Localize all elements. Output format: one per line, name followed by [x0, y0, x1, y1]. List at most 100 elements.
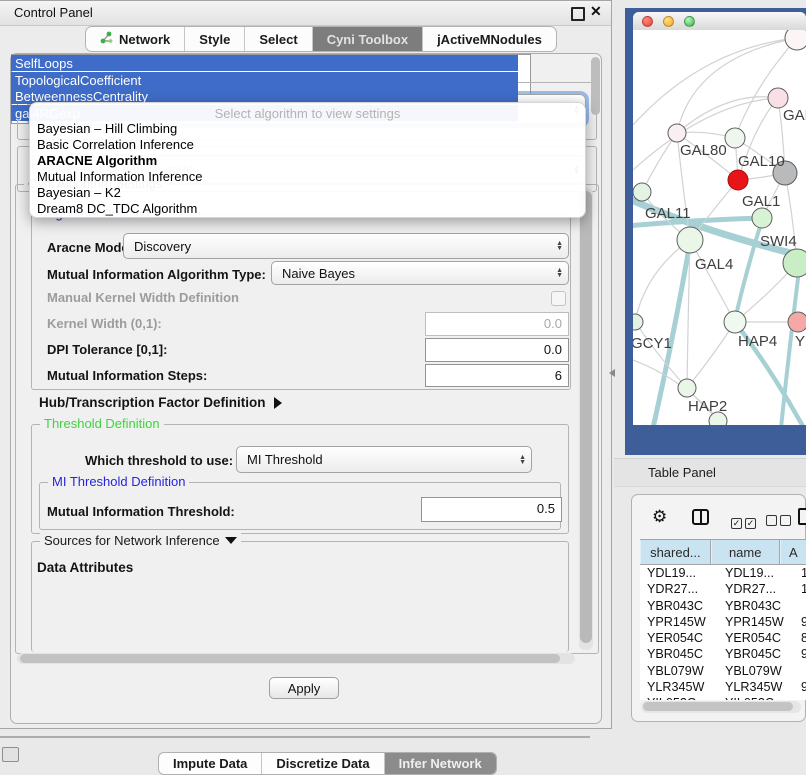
popup-item[interactable]: Dream8 DC_TDC Algorithm: [37, 201, 197, 217]
node-salmon[interactable]: [788, 312, 806, 332]
dpi-tolerance-field[interactable]: 0.0: [425, 338, 569, 362]
node-green-large[interactable]: [783, 249, 806, 277]
kernel-width-field[interactable]: 0.0: [425, 312, 569, 336]
gear-icon[interactable]: ⚙: [652, 507, 667, 527]
table-panel-bar: Table Panel: [614, 458, 806, 487]
aracne-mode-combo[interactable]: Discovery ▲▼: [123, 233, 569, 259]
tab-label: Network: [119, 32, 170, 47]
node-gal4[interactable]: [677, 227, 703, 253]
tab-select[interactable]: Select: [244, 27, 311, 51]
settings-hscrollbar-thumb[interactable]: [20, 654, 560, 663]
tab-cyni-toolbox[interactable]: Cyni Toolbox: [312, 27, 422, 51]
node-hap4[interactable]: [724, 311, 746, 333]
network-window: GAL GAL80 GAL10 GAL1 GAL11 SWI4 GAL4 GCY…: [633, 12, 806, 425]
node[interactable]: [785, 30, 806, 50]
table-body[interactable]: YDL19...YDL19...13 YDR27...YDR27...12 YB…: [640, 565, 806, 700]
which-threshold-combo[interactable]: MI Threshold ▲▼: [236, 446, 532, 473]
splitpane-collapse-arrow-icon[interactable]: [609, 369, 615, 377]
table-hscrollbar-thumb[interactable]: [643, 702, 793, 711]
aracne-mode-label: Aracne Mode:: [47, 240, 133, 255]
sources-group: Sources for Network Inference: [31, 541, 569, 652]
deselect-all-checkboxes-icon[interactable]: [766, 513, 794, 531]
cell: YBR043C: [718, 598, 794, 614]
dpi-tolerance-label: DPI Tolerance [0,1]:: [47, 342, 167, 357]
table-row[interactable]: YPR145WYPR145W9.: [640, 614, 806, 630]
cell: YPR145W: [640, 614, 718, 630]
node-label: GAL1: [742, 193, 780, 210]
zoom-traffic-light-icon[interactable]: [684, 16, 695, 27]
table-row[interactable]: YLR345WYLR345W9.: [640, 679, 806, 695]
cyni-toolbox-panel: Inference Algorithm ▲▼ gal-filtered.sif …: [10, 53, 602, 724]
cell: YBR045C: [718, 646, 794, 662]
table-row[interactable]: YIL052CYIL052C: [640, 695, 806, 700]
cell: YIL052C: [718, 695, 794, 700]
cell: 9.: [794, 614, 806, 630]
float-window-icon[interactable]: [571, 7, 585, 21]
tab-label: Discretize Data: [276, 756, 369, 771]
table-row[interactable]: YBR045CYBR045C9.: [640, 646, 806, 662]
table-row[interactable]: YDL19...YDL19...13: [640, 565, 806, 581]
column-header-name[interactable]: name: [711, 540, 780, 564]
manual-kernel-checkbox[interactable]: [551, 291, 566, 306]
node-gal11[interactable]: [633, 183, 651, 201]
cell: 9.: [794, 646, 806, 662]
popup-item[interactable]: Mutual Information Inference: [37, 169, 202, 185]
cell: YIL052C: [640, 695, 718, 700]
columns-icon[interactable]: [692, 509, 709, 525]
node-label: GCY1: [633, 335, 672, 352]
close-icon[interactable]: ✕: [590, 3, 602, 20]
node-gal2[interactable]: [768, 88, 788, 108]
network-canvas[interactable]: GAL GAL80 GAL10 GAL1 GAL11 SWI4 GAL4 GCY…: [633, 30, 806, 425]
tab-label: Infer Network: [399, 756, 482, 771]
new-table-icon[interactable]: [798, 508, 806, 525]
node-label: HAP2: [688, 398, 727, 415]
node-gcy1[interactable]: [633, 314, 643, 330]
column-header-shared[interactable]: shared...: [640, 540, 711, 564]
tab-infer-network[interactable]: Infer Network: [384, 753, 496, 774]
network-window-titlebar[interactable]: [633, 12, 806, 31]
list-item[interactable]: SelfLoops: [11, 55, 518, 71]
node-hap2[interactable]: [678, 379, 696, 397]
select-all-checkboxes-icon[interactable]: ✓✓: [731, 513, 759, 531]
cell: YLR345W: [640, 679, 718, 695]
tab-jactivemnodules[interactable]: jActiveMNodules: [422, 27, 556, 51]
sources-legend[interactable]: Sources for Network Inference: [40, 533, 241, 548]
tab-discretize-data[interactable]: Discretize Data: [261, 753, 383, 774]
node-swi4[interactable]: [752, 208, 772, 228]
popup-item[interactable]: Bayesian – K2: [37, 185, 121, 201]
mi-threshold-field[interactable]: 0.5: [421, 497, 562, 522]
node-label: GAL80: [680, 142, 727, 159]
table-row[interactable]: YBL079WYBL079W: [640, 663, 806, 679]
table-row[interactable]: YDR27...YDR27...12: [640, 581, 806, 597]
cell: 9.: [794, 679, 806, 695]
table-row[interactable]: YER054CYER054C8.: [640, 630, 806, 646]
cell: [794, 598, 806, 614]
tab-style[interactable]: Style: [184, 27, 244, 51]
manual-kernel-label: Manual Kernel Width Definition: [47, 290, 239, 305]
popup-item[interactable]: Bayesian – Hill Climbing: [37, 121, 177, 137]
mi-threshold-label: Mutual Information Threshold:: [47, 504, 235, 519]
node-gal10[interactable]: [725, 128, 745, 148]
settings-vscrollbar-thumb[interactable]: [580, 191, 592, 643]
node-label: HAP4: [738, 333, 777, 350]
tab-impute-data[interactable]: Impute Data: [159, 753, 261, 774]
cell: [794, 695, 806, 700]
popup-item[interactable]: Basic Correlation Inference: [37, 137, 194, 153]
list-item[interactable]: TopologicalCoefficient: [11, 72, 518, 88]
table-row[interactable]: YBR043CYBR043C: [640, 598, 806, 614]
minimize-traffic-light-icon[interactable]: [663, 16, 674, 27]
hub-definition-toggle[interactable]: Hub/Transcription Factor Definition: [39, 395, 282, 410]
minimized-panel-button[interactable]: [2, 747, 19, 762]
mi-steps-field[interactable]: 6: [425, 364, 569, 387]
tab-network[interactable]: Network: [86, 27, 184, 51]
popup-item-selected[interactable]: ARACNE Algorithm: [37, 153, 157, 169]
node-gal1-red[interactable]: [728, 170, 748, 190]
column-header-cut[interactable]: A: [780, 540, 806, 564]
mi-type-combo[interactable]: Naive Bayes ▲▼: [271, 261, 569, 285]
node-gal80[interactable]: [668, 124, 686, 142]
apply-button[interactable]: Apply: [269, 677, 339, 699]
popup-prompt: Select algorithm to view settings: [30, 106, 585, 121]
close-traffic-light-icon[interactable]: [642, 16, 653, 27]
node-label: GAL: [783, 107, 806, 124]
cell: [794, 663, 806, 679]
